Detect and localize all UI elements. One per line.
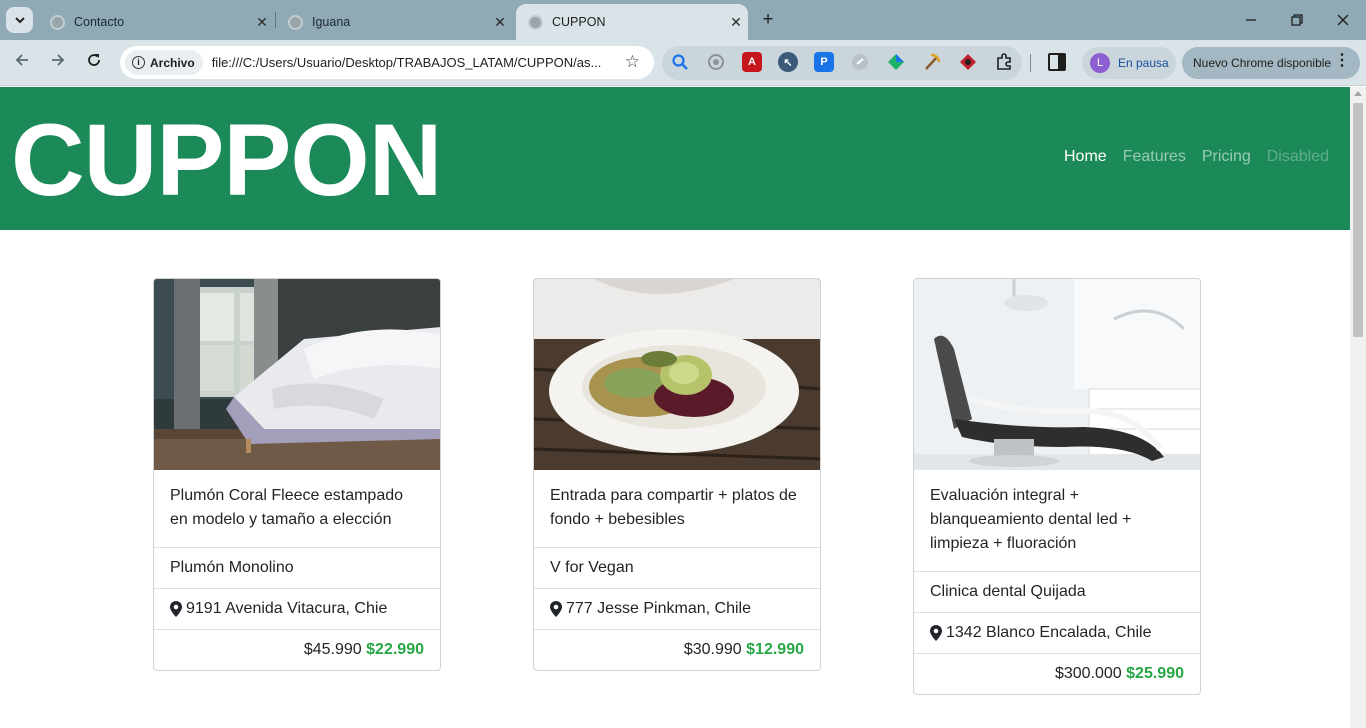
scroll-up-arrow-icon[interactable]	[1354, 91, 1362, 96]
site-info-label: Archivo	[150, 55, 195, 70]
coupon-card[interactable]: Plumón Coral Fleece estampado en modelo …	[153, 278, 441, 671]
pickaxe-extension-icon[interactable]	[922, 52, 942, 72]
restore-button[interactable]	[1274, 0, 1320, 40]
side-panel-icon[interactable]	[1048, 53, 1066, 71]
chevron-down-icon	[14, 16, 25, 23]
new-price: $12.990	[746, 641, 804, 658]
site-info-chip[interactable]: i Archivo	[125, 50, 203, 75]
avatar: L	[1090, 53, 1110, 73]
restore-icon	[1291, 14, 1303, 26]
old-price: $45.990	[303, 641, 362, 658]
address-bar[interactable]: i Archivo file:///C:/Users/Usuario/Deskt…	[120, 46, 654, 79]
gem-extension-icon[interactable]	[886, 52, 906, 72]
arrow-right-icon	[52, 54, 65, 66]
puzzle-extensions-icon[interactable]	[994, 52, 1014, 72]
card-address-row: 777 Jesse Pinkman, Chile	[534, 589, 820, 630]
reload-icon	[88, 54, 100, 66]
globe-icon	[288, 14, 303, 30]
update-chrome-button[interactable]: Nuevo Chrome disponible ⋮	[1182, 47, 1360, 79]
card-description: Plumón Coral Fleece estampado en modelo …	[154, 470, 440, 548]
tab-cuppon[interactable]: CUPPON ✕	[516, 4, 748, 40]
bookmark-star-icon[interactable]: ☆	[625, 52, 640, 72]
record-extension-icon[interactable]	[706, 52, 726, 72]
tab-title: Iguana	[312, 15, 351, 29]
reload-button[interactable]	[82, 51, 106, 75]
globe-icon	[528, 14, 543, 30]
new-price: $22.990	[366, 641, 424, 658]
card-address: 9191 Avenida Vitacura, Chie	[186, 600, 388, 617]
profile-status: En pausa	[1118, 56, 1169, 70]
site-header: CUPPON Home Features Pricing Disabled	[0, 87, 1350, 230]
brand-logo[interactable]: CUPPON	[11, 105, 442, 215]
bedroom-photo	[154, 279, 440, 470]
scrollbar-thumb[interactable]	[1353, 103, 1363, 337]
minimize-icon	[1246, 19, 1256, 21]
back-button[interactable]	[10, 51, 34, 75]
nav-link-features[interactable]: Features	[1123, 148, 1186, 166]
toolbar-divider	[1030, 54, 1031, 72]
close-icon	[1337, 14, 1349, 26]
close-icon[interactable]: ✕	[724, 14, 748, 31]
old-price: $30.990	[683, 641, 742, 658]
nav-link-home[interactable]: Home	[1064, 148, 1107, 166]
vertical-scrollbar[interactable]	[1350, 87, 1366, 728]
more-menu-icon[interactable]: ⋮	[1334, 53, 1350, 69]
tab-iguana[interactable]: Iguana ✕	[276, 4, 512, 40]
link-extension-icon[interactable]	[850, 52, 870, 72]
forward-button[interactable]	[46, 51, 70, 75]
pdf-extension-icon[interactable]: A	[742, 52, 762, 72]
tab-search-button[interactable]	[6, 7, 33, 33]
close-icon[interactable]: ✕	[488, 14, 512, 31]
card-address: 1342 Blanco Encalada, Chile	[946, 624, 1152, 641]
globe-icon	[50, 14, 65, 30]
coupon-card[interactable]: Entrada para compartir + platos de fondo…	[533, 278, 821, 671]
main-nav: Home Features Pricing Disabled	[1064, 148, 1329, 166]
diamond-extension-icon[interactable]	[958, 52, 978, 72]
card-merchant: Clinica dental Quijada	[914, 572, 1200, 613]
url-text[interactable]: file:///C:/Users/Usuario/Desktop/TRABAJO…	[212, 55, 620, 70]
nav-link-disabled: Disabled	[1266, 148, 1329, 165]
dental-chair-photo	[914, 279, 1200, 470]
tab-strip: Contacto ✕ Iguana ✕ CUPPON ✕ +	[0, 0, 1366, 40]
page-viewport: CUPPON Home Features Pricing Disabled Pl…	[0, 87, 1350, 728]
tab-title: CUPPON	[552, 15, 606, 29]
card-price: $30.990 $12.990	[534, 630, 820, 670]
tab-contacto[interactable]: Contacto ✕	[38, 4, 274, 40]
close-window-button[interactable]	[1320, 0, 1366, 40]
map-marker-icon	[550, 601, 562, 617]
profile-button[interactable]: L En pausa	[1082, 47, 1176, 79]
close-icon[interactable]: ✕	[250, 14, 274, 31]
minimize-button[interactable]	[1228, 0, 1274, 40]
new-price: $25.990	[1126, 665, 1184, 682]
card-merchant: Plumón Monolino	[154, 548, 440, 589]
zoom-search-icon[interactable]	[670, 52, 690, 72]
cursor-extension-icon[interactable]: ↖	[778, 52, 798, 72]
map-marker-icon	[170, 601, 182, 617]
card-address-row: 9191 Avenida Vitacura, Chie	[154, 589, 440, 630]
card-price: $45.990 $22.990	[154, 630, 440, 670]
card-merchant: V for Vegan	[534, 548, 820, 589]
new-tab-button[interactable]: +	[756, 8, 780, 32]
coupon-card[interactable]: Evaluación integral + blanqueamiento den…	[913, 278, 1201, 695]
card-address-row: 1342 Blanco Encalada, Chile	[914, 613, 1200, 654]
card-description: Entrada para compartir + platos de fondo…	[534, 470, 820, 548]
tab-title: Contacto	[74, 15, 125, 29]
bag-extension-icon[interactable]: P	[814, 52, 834, 72]
old-price: $300.000	[1054, 665, 1122, 682]
card-price: $300.000 $25.990	[914, 654, 1200, 694]
map-marker-icon	[930, 625, 942, 641]
info-icon: i	[132, 56, 145, 69]
card-address: 777 Jesse Pinkman, Chile	[566, 600, 751, 617]
nav-link-pricing[interactable]: Pricing	[1202, 148, 1251, 166]
arrow-left-icon	[15, 54, 28, 66]
update-label: Nuevo Chrome disponible	[1193, 56, 1332, 70]
vegan-plate-photo	[534, 279, 820, 470]
card-description: Evaluación integral + blanqueamiento den…	[914, 470, 1200, 572]
